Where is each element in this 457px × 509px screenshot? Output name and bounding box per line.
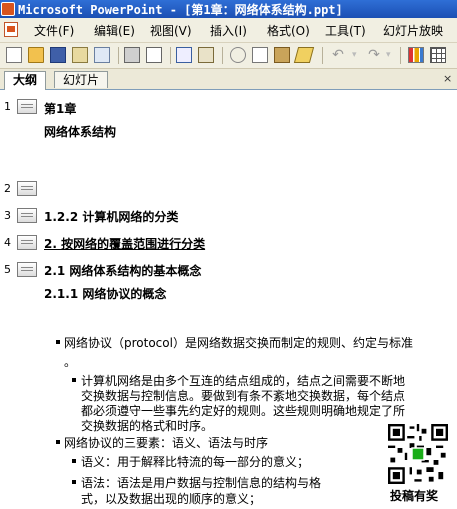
- outline-slides-tabs: 大纲 幻灯片 ×: [0, 69, 457, 90]
- slide-icon[interactable]: [17, 208, 37, 223]
- redo-icon[interactable]: ↷: [366, 47, 382, 63]
- toolbar-separator: [322, 47, 323, 64]
- copy-icon[interactable]: [252, 47, 268, 63]
- title-bar: Microsoft PowerPoint - [第1章：网络体系结构.ppt]: [0, 0, 457, 18]
- print-icon[interactable]: [124, 47, 140, 63]
- new-icon[interactable]: [6, 47, 22, 63]
- tab-outline[interactable]: 大纲: [4, 71, 47, 90]
- powerpoint-app-icon[interactable]: [1, 2, 15, 16]
- bullet-icon: [56, 440, 60, 444]
- qr-code-icon: [388, 423, 448, 485]
- insert-table-icon[interactable]: [430, 47, 446, 63]
- body-text-line[interactable]: 语法：语法是用户数据与控制信息的结构与格: [81, 474, 321, 491]
- slide-icon[interactable]: [17, 181, 37, 196]
- slide-number: 1: [4, 100, 11, 113]
- paste-icon[interactable]: [274, 47, 290, 63]
- menu-insert[interactable]: 插入(I): [210, 22, 247, 39]
- toolbar-separator: [118, 47, 119, 64]
- close-pane-icon[interactable]: ×: [443, 72, 452, 85]
- menu-tools[interactable]: 工具(T): [325, 22, 366, 39]
- format-painter-icon[interactable]: [293, 47, 315, 63]
- permission-icon[interactable]: [72, 47, 88, 63]
- bullet-icon: [72, 378, 76, 382]
- menu-file[interactable]: 文件(F): [34, 22, 74, 39]
- body-text-line[interactable]: 网络协议（protocol）是网络数据交换而制定的规则、约定与标准: [64, 334, 413, 351]
- research-icon[interactable]: [198, 47, 214, 63]
- slide-title[interactable]: 2.1 网络体系结构的基本概念: [44, 262, 201, 279]
- spelling-icon[interactable]: [176, 47, 192, 63]
- body-text-line[interactable]: 式，以及数据出现的顺序的意义；: [81, 490, 261, 507]
- menu-view[interactable]: 视图(V): [150, 22, 192, 39]
- watermark-label: 投稿有奖: [390, 489, 439, 503]
- toolbar-separator: [170, 47, 171, 64]
- open-icon[interactable]: [28, 47, 44, 63]
- save-icon[interactable]: [50, 47, 66, 63]
- slide-number: 5: [4, 263, 11, 276]
- undo-icon[interactable]: ↶: [330, 47, 346, 63]
- email-icon[interactable]: [94, 47, 110, 63]
- slide-icon[interactable]: [17, 262, 37, 277]
- body-text-line[interactable]: 网络协议的三要素：语义、语法与时序: [64, 434, 268, 451]
- bullet-icon: [72, 459, 76, 463]
- bullet-icon: [72, 480, 76, 484]
- slide-number: 4: [4, 236, 11, 249]
- slide-title[interactable]: 1.2.2 计算机网络的分类: [44, 208, 178, 225]
- body-text-line[interactable]: 。: [64, 353, 76, 370]
- cut-icon[interactable]: [230, 47, 246, 63]
- slide-icon[interactable]: [17, 235, 37, 250]
- menu-slideshow[interactable]: 幻灯片放映: [383, 22, 443, 39]
- document-icon[interactable]: [4, 22, 18, 37]
- standard-toolbar: ↶ ▾ ↷ ▾: [0, 43, 457, 69]
- window-title: Microsoft PowerPoint - [第1章：网络体系结构.ppt]: [18, 3, 343, 17]
- print-preview-icon[interactable]: [146, 47, 162, 63]
- slide-title[interactable]: 2. 按网络的覆盖范围进行分类: [44, 235, 205, 252]
- menu-format[interactable]: 格式(O): [267, 22, 310, 39]
- slide-subtitle[interactable]: 网络体系结构: [44, 123, 116, 140]
- toolbar-separator: [400, 47, 401, 64]
- menu-edit[interactable]: 编辑(E): [94, 22, 135, 39]
- body-text-line[interactable]: 语义：用于解释比特流的每一部分的意义；: [81, 453, 309, 470]
- bullet-icon: [56, 340, 60, 344]
- tab-slides[interactable]: 幻灯片: [54, 71, 109, 88]
- toolbar-separator: [222, 47, 223, 64]
- slide-number: 3: [4, 209, 11, 222]
- body-text-line[interactable]: 交换数据的格式和时序。: [81, 417, 213, 434]
- slide-subtitle[interactable]: 2.1.1 网络协议的概念: [44, 285, 166, 302]
- slide-icon[interactable]: [17, 99, 37, 114]
- slide-title[interactable]: 第1章: [44, 100, 76, 117]
- menu-bar: 文件(F) 编辑(E) 视图(V) 插入(I) 格式(O) 工具(T) 幻灯片放…: [0, 18, 457, 43]
- insert-chart-icon[interactable]: [408, 47, 424, 63]
- slide-number: 2: [4, 182, 11, 195]
